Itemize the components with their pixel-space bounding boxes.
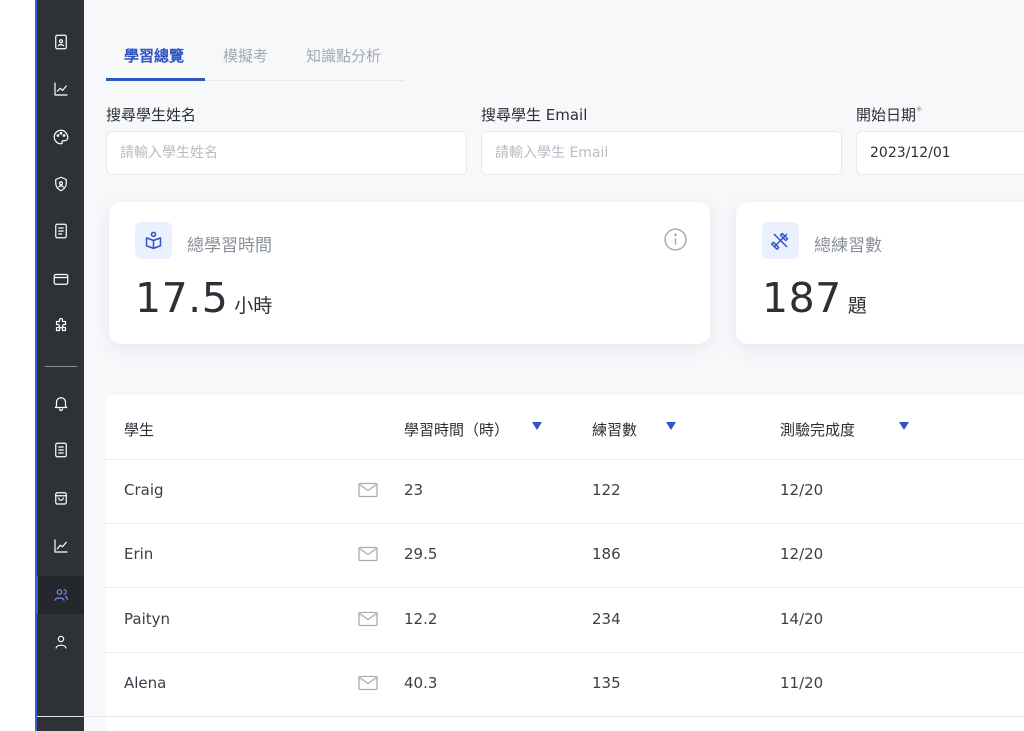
mail-icon[interactable] — [358, 546, 378, 562]
table-row[interactable]: Craig 23 122 12/20 — [106, 460, 1024, 524]
sidebar-item-security[interactable] — [37, 165, 84, 203]
sidebar-item-notifications[interactable] — [37, 384, 84, 422]
tab-learning-overview[interactable]: 學習總覽 — [124, 45, 184, 66]
main-content: 學習總覽 模擬考 知識點分析 搜尋學生姓名 搜尋學生 Email 開始日期* 總… — [84, 0, 1024, 731]
total-study-time-card: 總學習時間 17.5 小時 — [109, 202, 710, 344]
student-name: Alena — [124, 674, 167, 692]
exam-completion: 14/20 — [780, 610, 824, 628]
name-search-input[interactable] — [106, 131, 467, 175]
info-icon[interactable] — [663, 227, 688, 252]
notes-icon — [54, 442, 67, 458]
start-date-label-text: 開始日期 — [856, 106, 917, 124]
user-icon — [55, 635, 66, 649]
sidebar-item-statistics[interactable] — [37, 527, 84, 565]
sidebar-item-theme[interactable] — [37, 118, 84, 156]
table-row[interactable]: Erin 29.5 186 12/20 — [106, 524, 1024, 588]
stat-title: 總學習時間 — [187, 236, 272, 256]
study-hours: 23 — [404, 481, 424, 499]
puzzle-icon — [55, 317, 66, 332]
tab-knowledge-analysis[interactable]: 知識點分析 — [306, 45, 381, 66]
table-row[interactable]: Alena 40.3 135 11/20 — [106, 653, 1024, 717]
sidebar-item-notes[interactable] — [37, 431, 84, 469]
sidebar — [35, 0, 84, 731]
study-hours: 29.5 — [404, 545, 438, 563]
document-icon — [54, 34, 67, 50]
required-mark: * — [916, 104, 923, 118]
bell-icon — [54, 397, 67, 412]
study-hours: 40.3 — [404, 674, 438, 692]
name-search-label: 搜尋學生姓名 — [106, 106, 197, 124]
credit-card-icon — [53, 273, 68, 285]
sidebar-item-shop[interactable] — [37, 479, 84, 517]
palette-icon — [53, 129, 68, 145]
stat-title: 總練習數 — [814, 236, 882, 256]
trend-chart-icon — [53, 539, 68, 553]
stat-number: 187 — [762, 274, 842, 322]
student-table: 學生 學習時間（時） 練習數 測驗完成度 Craig 23 122 12/20 … — [106, 395, 1024, 731]
start-date-input[interactable] — [856, 131, 1024, 175]
student-name: Craig — [124, 481, 164, 499]
shield-icon — [54, 176, 67, 192]
stat-icon-container — [762, 222, 799, 259]
sort-down-icon[interactable] — [899, 422, 909, 430]
sidebar-item-integrations[interactable] — [37, 307, 84, 345]
left-margin — [0, 0, 35, 731]
table-bottom-divider — [37, 716, 1024, 717]
student-name: Paityn — [124, 610, 170, 628]
student-name: Erin — [124, 545, 154, 563]
practice-count: 135 — [592, 674, 621, 692]
column-header-practice-count[interactable]: 練習數 — [592, 419, 637, 440]
stat-value: 187 題 — [762, 274, 867, 322]
users-icon — [53, 589, 68, 601]
tools-icon — [771, 232, 789, 250]
total-practice-card: 總練習數 187 題 — [736, 202, 1024, 344]
tab-mock-exam[interactable]: 模擬考 — [223, 45, 268, 66]
line-chart-icon — [53, 82, 68, 96]
column-header-student: 學生 — [124, 421, 155, 439]
stat-value: 17.5 小時 — [135, 274, 272, 322]
sidebar-item-analytics[interactable] — [37, 70, 84, 108]
sidebar-divider — [45, 366, 77, 367]
tab-bar: 學習總覽 模擬考 知識點分析 — [106, 36, 404, 81]
practice-count: 122 — [592, 481, 621, 499]
active-tab-indicator — [106, 78, 205, 81]
exam-completion: 12/20 — [780, 481, 824, 499]
file-text-icon — [54, 223, 67, 239]
mail-icon[interactable] — [358, 482, 378, 498]
stat-unit: 小時 — [234, 295, 273, 317]
book-reader-icon — [145, 231, 162, 250]
sidebar-item-billing[interactable] — [37, 260, 84, 298]
column-header-study-hours[interactable]: 學習時間（時） — [404, 419, 509, 440]
email-search-label: 搜尋學生 Email — [481, 106, 588, 124]
table-row[interactable]: Paityn 12.2 234 14/20 — [106, 589, 1024, 653]
exam-completion: 12/20 — [780, 545, 824, 563]
sort-down-icon[interactable] — [666, 422, 676, 430]
sidebar-item-profile[interactable] — [37, 623, 84, 661]
sidebar-item-document[interactable] — [37, 23, 84, 61]
mail-icon[interactable] — [358, 675, 378, 691]
bag-icon — [54, 492, 67, 505]
study-hours: 12.2 — [404, 610, 438, 628]
sidebar-item-reports[interactable] — [37, 212, 84, 250]
practice-count: 186 — [592, 545, 621, 563]
practice-count: 234 — [592, 610, 621, 628]
stat-icon-container — [135, 222, 172, 259]
email-search-input[interactable] — [481, 131, 842, 175]
stat-unit: 題 — [847, 295, 867, 317]
mail-icon[interactable] — [358, 611, 378, 627]
stat-number: 17.5 — [135, 274, 229, 322]
sort-down-icon[interactable] — [532, 422, 542, 430]
sidebar-item-students[interactable] — [35, 576, 84, 614]
column-header-exam-completion[interactable]: 測驗完成度 — [780, 419, 855, 440]
start-date-label: 開始日期* — [856, 104, 922, 125]
exam-completion: 11/20 — [780, 674, 824, 692]
